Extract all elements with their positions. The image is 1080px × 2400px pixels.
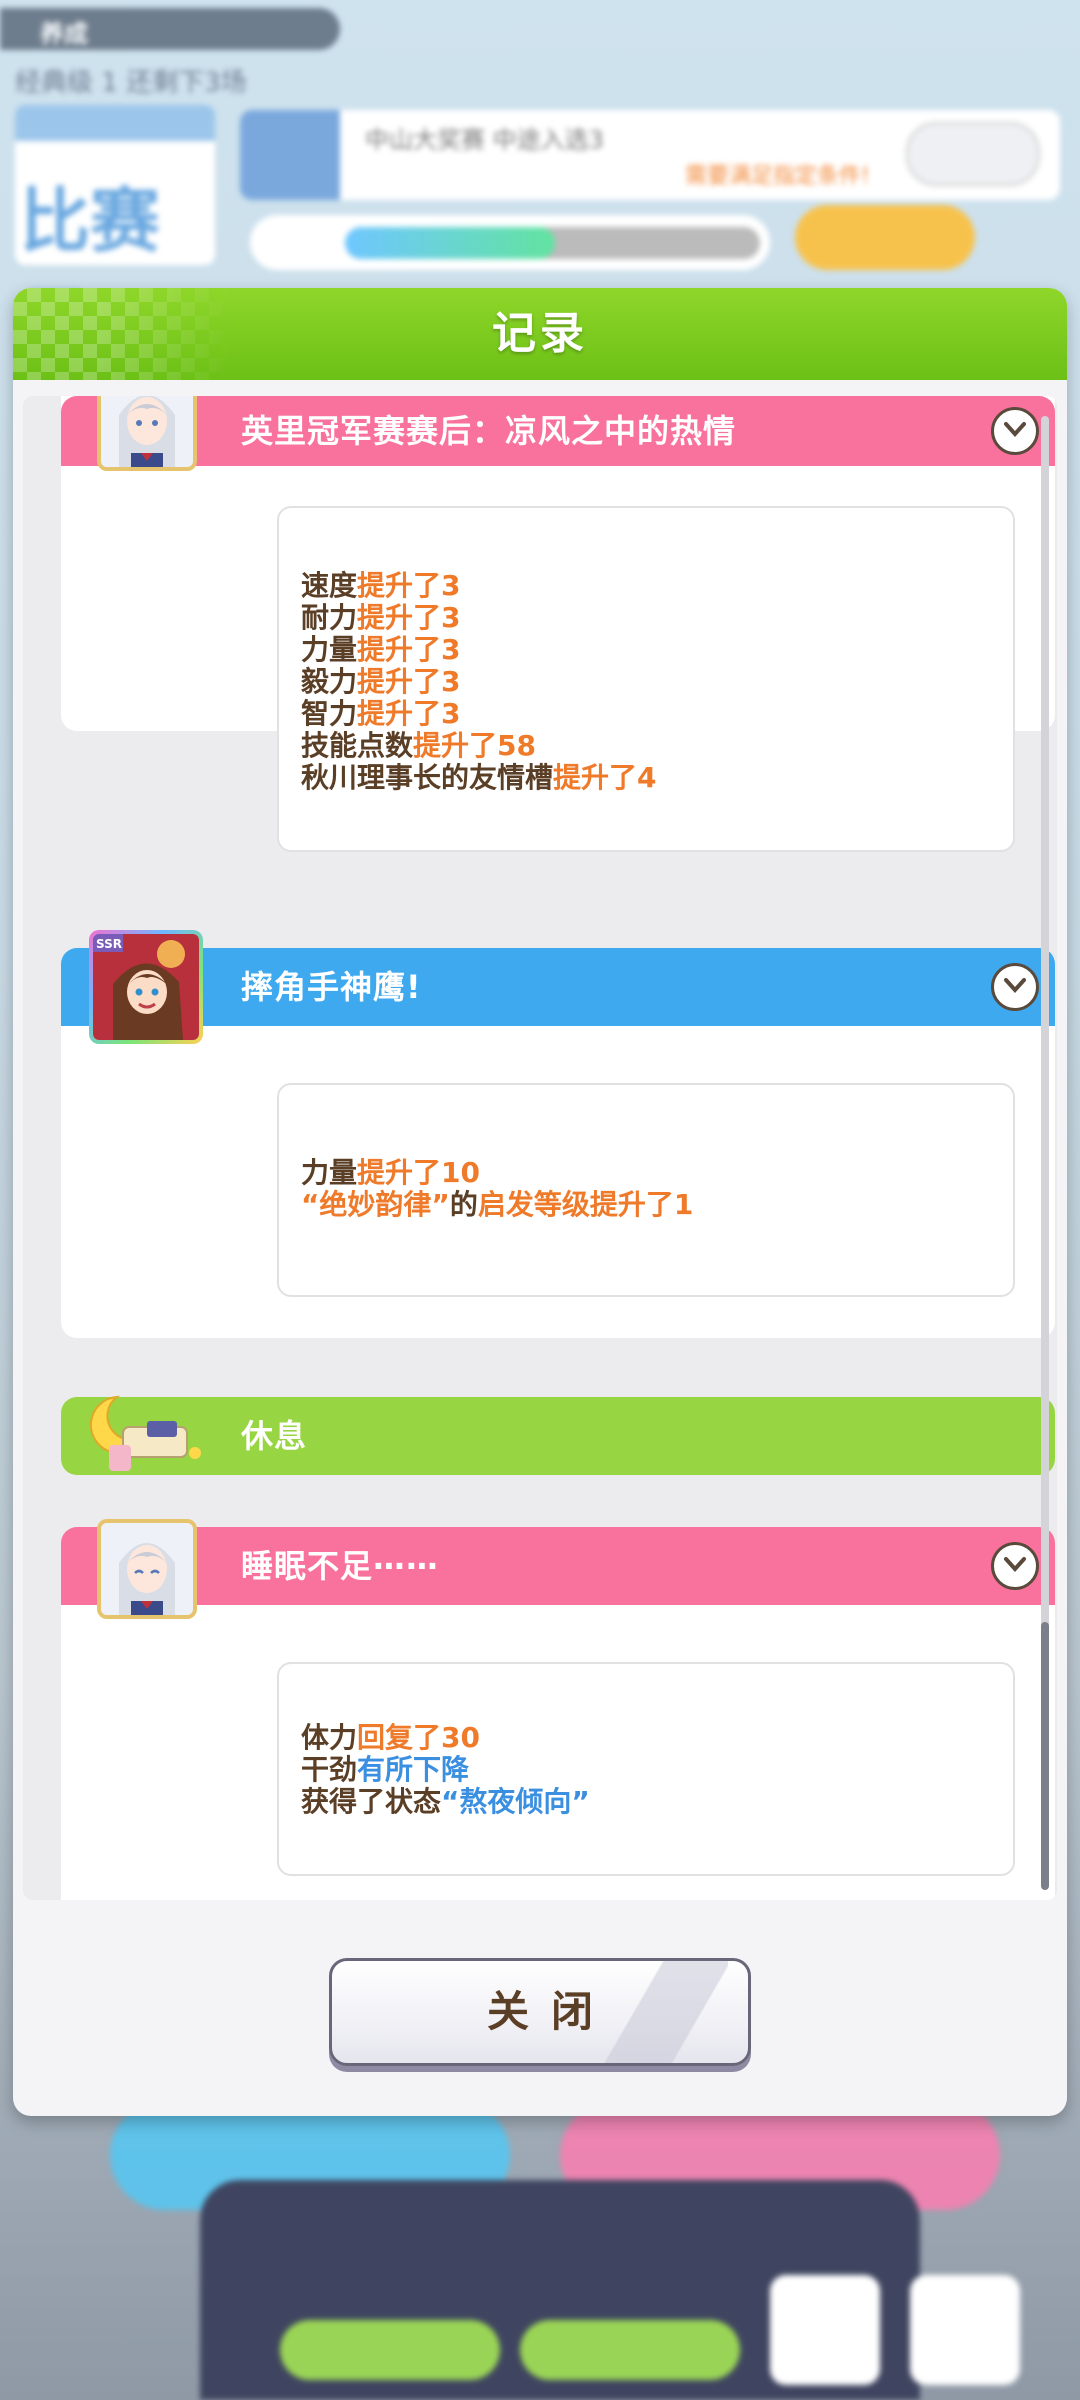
- entry-title: 睡眠不足⋯⋯: [241, 1547, 440, 1585]
- detail-lines: 速度提升了3 耐力提升了3 力量提升了3 毅力提升了3 智力提升了3 技能点数提…: [301, 570, 657, 794]
- goal-detail-button: [906, 122, 1040, 186]
- goal-tag: [240, 110, 340, 200]
- collapse-chevron-icon[interactable]: [991, 407, 1039, 455]
- detail-line: 力量提升了3: [301, 633, 461, 666]
- detail-line: 力量提升了10: [301, 1156, 480, 1189]
- entry-title: 摔角手神鹰!: [241, 968, 422, 1006]
- log-dialog: 记录 英里冠军赛赛后：凉风之中的热情 速度提升了3 耐力提升了3 力量提升了3 …: [13, 288, 1067, 2116]
- collapse-chevron-icon[interactable]: [991, 963, 1039, 1011]
- entry-title-bar: [61, 1527, 1055, 1605]
- menu-icon-button: [910, 2275, 1020, 2385]
- detail-line: 毅力提升了3: [301, 665, 461, 698]
- collapse-chevron-icon[interactable]: [991, 1542, 1039, 1590]
- top-status-bar: 养成: [0, 8, 340, 50]
- turn-text: 经典级 1 还剩下3场: [15, 68, 247, 98]
- detail-line: 技能点数提升了58: [301, 729, 536, 762]
- detail-lines: 体力回复了30 干劲有所下降 获得了状态“熬夜倾向”: [301, 1722, 590, 1818]
- dialog-title: 记录: [492, 308, 588, 359]
- bottom-pill-button: [520, 2320, 740, 2380]
- log-entry: 英里冠军赛赛后：凉风之中的热情 速度提升了3 耐力提升了3 力量提升了3 毅力提…: [61, 396, 1055, 852]
- character-portrait-icon: [97, 1519, 197, 1619]
- skill-button: [795, 205, 975, 270]
- date-block: 比赛日: [15, 105, 215, 363]
- close-button-label: 关闭: [486, 1987, 615, 2036]
- detail-line: 秋川理事长的友情槽提升了4: [301, 761, 657, 794]
- detail-line: 耐力提升了3: [301, 601, 461, 634]
- ssr-support-card-icon: SSR: [89, 930, 203, 1044]
- detail-lines: 力量提升了10 “绝妙韵律”的启发等级提升了1: [301, 1157, 693, 1221]
- detail-line: 获得了状态“熬夜倾向”: [301, 1785, 590, 1818]
- goal-box: 中山大奖赛 中途入选3 需要满足指定条件!: [240, 110, 1060, 200]
- dialog-header: 记录: [13, 288, 1067, 380]
- detail-line: 速度提升了3: [301, 569, 461, 602]
- detail-line: “绝妙韵律”的启发等级提升了1: [301, 1188, 694, 1221]
- bottom-pill-button: [280, 2320, 500, 2380]
- scrollbar-thumb[interactable]: [1041, 1622, 1049, 1890]
- hp-bar: [250, 215, 770, 270]
- entry-title-bar: [61, 948, 1055, 1026]
- detail-line: 智力提升了3: [301, 697, 461, 730]
- detail-line: 体力回复了30: [301, 1721, 480, 1754]
- entry-detail-box: 力量提升了10 “绝妙韵律”的启发等级提升了1: [277, 1083, 1015, 1297]
- entry-title: 英里冠军赛赛后：凉风之中的热情: [241, 412, 737, 450]
- detail-line: 干劲有所下降: [301, 1753, 470, 1786]
- entry-detail-box: 体力回复了30 干劲有所下降 获得了状态“熬夜倾向”: [277, 1662, 1015, 1876]
- character-portrait-icon: [97, 396, 197, 471]
- ssr-badge: SSR: [96, 937, 122, 951]
- goal-text: 中山大奖赛 中途入选3: [365, 126, 604, 154]
- log-icon-button: [770, 2275, 880, 2385]
- entry-title: 休息: [241, 1417, 308, 1455]
- entry-detail-box: 速度提升了3 耐力提升了3 力量提升了3 毅力提升了3 智力提升了3 技能点数提…: [277, 506, 1015, 852]
- close-button[interactable]: 关闭: [329, 1958, 751, 2066]
- log-entry-rest: 休息: [61, 1395, 1055, 1475]
- log-scroll-area[interactable]: 英里冠军赛赛后：凉风之中的热情 速度提升了3 耐力提升了3 力量提升了3 毅力提…: [23, 396, 1057, 1900]
- rest-moon-icon: [87, 1387, 207, 1477]
- log-entry: 睡眠不足⋯⋯ 体力回复了30 干劲有所下降 获得了状态“熬夜倾向”: [61, 1519, 1055, 1900]
- top-badge: 养成: [40, 20, 88, 48]
- entry-title-bar: [61, 1397, 1055, 1475]
- goal-subtext: 需要满足指定条件!: [685, 164, 870, 189]
- log-entry: SSR 摔角手神鹰! 力量提升了10 “绝妙韵律”的启发等级提升了1: [61, 934, 1055, 1338]
